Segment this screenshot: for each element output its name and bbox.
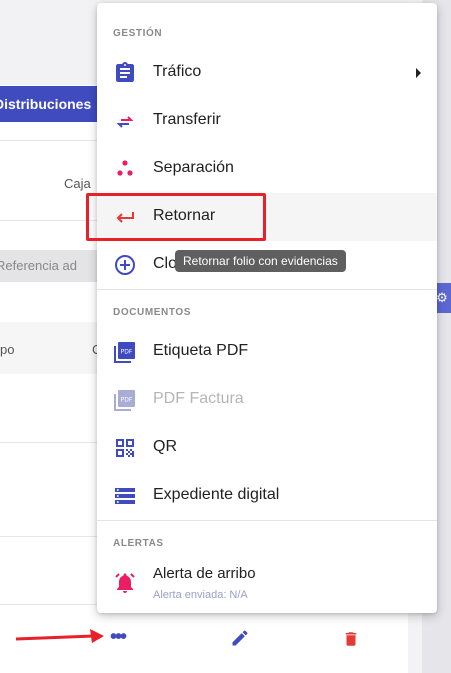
menu-item-qr[interactable]: QR bbox=[97, 424, 437, 472]
retornar-tooltip: Retornar folio con evidencias bbox=[175, 250, 346, 272]
edit-pencil-icon[interactable] bbox=[230, 628, 250, 648]
annotation-highlight-box bbox=[86, 193, 266, 241]
svg-text:PDF: PDF bbox=[121, 397, 133, 404]
menu-item-label: QR bbox=[153, 438, 177, 455]
menu-item-label: PDF Factura bbox=[153, 390, 244, 407]
qr-code-icon bbox=[116, 439, 134, 457]
menu-item-expediente-digital[interactable]: Expediente digital bbox=[97, 472, 437, 520]
menu-item-label: Separación bbox=[153, 159, 234, 176]
menu-item-label: Expediente digital bbox=[153, 486, 280, 503]
menu-item-transferir[interactable]: Transferir bbox=[97, 97, 437, 145]
delete-trash-icon[interactable] bbox=[342, 628, 360, 650]
menu-item-trafico[interactable]: Tráfico bbox=[97, 49, 437, 97]
menu-item-label: Tráfico bbox=[153, 63, 202, 80]
menu-item-separacion[interactable]: Separación bbox=[97, 145, 437, 193]
pdf-icon: PDF bbox=[114, 342, 135, 363]
menu-item-label: Transferir bbox=[153, 111, 221, 128]
actions-menu: GESTIÓN Tráfico Transferir Separación Re… bbox=[97, 3, 437, 613]
svg-text:PDF: PDF bbox=[121, 349, 133, 356]
swap-arrows-icon bbox=[116, 116, 134, 128]
column-header-po: po bbox=[0, 342, 15, 357]
column-header-caja: Caja bbox=[64, 176, 91, 191]
menu-item-label: Etiqueta PDF bbox=[153, 342, 249, 359]
annotation-arrow bbox=[15, 629, 104, 643]
list-storage-icon bbox=[115, 488, 135, 504]
dots-split-icon bbox=[117, 160, 133, 176]
menu-item-pdf-factura[interactable]: PDF PDF Factura bbox=[97, 376, 437, 424]
alert-status-text: Alerta enviada: N/A bbox=[153, 589, 248, 601]
referencia-input[interactable]: Referencia ad bbox=[0, 250, 104, 282]
section-title-gestion: GESTIÓN bbox=[113, 28, 163, 39]
divider bbox=[97, 520, 437, 521]
alarm-bell-icon bbox=[115, 573, 135, 593]
section-title-documentos: DOCUMENTOS bbox=[113, 307, 192, 318]
pdf-icon: PDF bbox=[114, 390, 135, 411]
submenu-arrow-icon bbox=[416, 68, 421, 78]
section-title-alertas: ALERTAS bbox=[113, 538, 164, 549]
more-options-button[interactable]: ••• bbox=[110, 627, 127, 647]
menu-item-alerta-arribo[interactable]: Alerta de arribo Alerta enviada: N/A bbox=[97, 555, 437, 609]
divider bbox=[97, 289, 437, 290]
add-circle-icon bbox=[115, 255, 135, 275]
clipboard-icon bbox=[116, 62, 134, 82]
tab-distribuciones[interactable]: Distribuciones bbox=[0, 86, 104, 122]
menu-item-etiqueta-pdf[interactable]: PDF Etiqueta PDF bbox=[97, 328, 437, 376]
menu-item-label: Alerta de arribo bbox=[153, 565, 256, 582]
menu-item-label: Clo bbox=[153, 255, 178, 272]
